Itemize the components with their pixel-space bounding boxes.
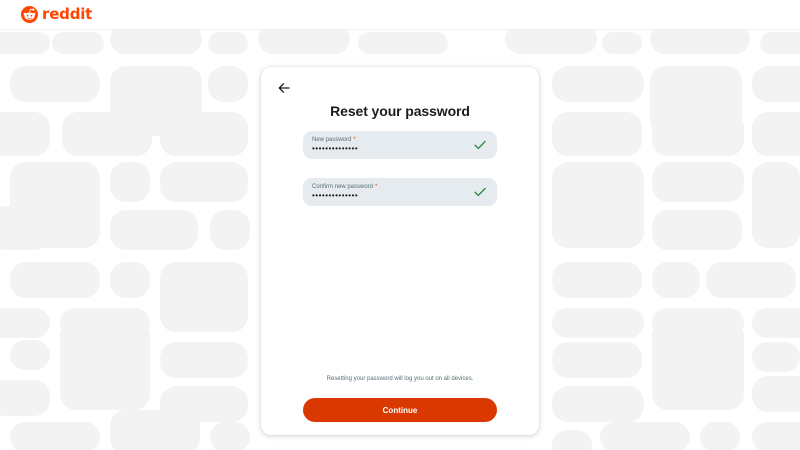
background-bubble: [160, 112, 248, 156]
background-bubble: [752, 376, 800, 412]
background-bubble: [752, 342, 800, 372]
background-bubble: [552, 112, 642, 156]
required-marker: *: [375, 184, 378, 190]
background-bubble: [160, 162, 248, 202]
continue-button-label: Continue: [382, 405, 418, 415]
background-bubble: [650, 30, 750, 54]
background-bubble: [552, 386, 644, 422]
background-bubble: [752, 66, 800, 102]
top-header: reddit: [0, 0, 800, 30]
new-password-label-text: New password: [312, 137, 352, 143]
background-bubble: [208, 32, 248, 54]
background-bubble: [10, 340, 50, 370]
background-bubble: [652, 210, 742, 250]
background-bubble: [752, 308, 800, 338]
background-bubble: [652, 262, 700, 298]
background-bubble: [110, 410, 200, 450]
new-password-label: New password *: [312, 137, 356, 143]
background-bubble: [552, 66, 644, 102]
background-bubble: [358, 32, 448, 54]
background-bubble: [210, 210, 250, 250]
modal-title: Reset your password: [330, 103, 470, 119]
background-bubble: [0, 380, 50, 416]
background-bubble: [10, 66, 100, 102]
background-bubble: [60, 320, 150, 410]
background-bubble: [0, 308, 50, 338]
background-bubble: [62, 112, 152, 156]
background-bubble: [258, 30, 350, 54]
new-password-input[interactable]: ••••••••••••••: [312, 145, 358, 153]
back-button[interactable]: [276, 80, 292, 96]
background-bubble: [602, 32, 642, 54]
background-bubble: [210, 422, 250, 450]
check-icon: [474, 187, 486, 197]
background-bubble: [652, 162, 744, 202]
background-bubble: [552, 262, 642, 298]
background-bubble: [10, 262, 100, 298]
confirm-password-field[interactable]: Confirm new password * ••••••••••••••: [303, 178, 497, 206]
reddit-snoo-icon: [21, 6, 38, 23]
background-bubble: [0, 206, 50, 250]
background-bubble: [110, 162, 150, 202]
confirm-password-input[interactable]: ••••••••••••••: [312, 192, 358, 200]
check-icon: [474, 140, 486, 150]
reddit-logo-link[interactable]: reddit: [21, 6, 92, 23]
reset-password-modal: Reset your password New password * ••••••…: [261, 67, 539, 435]
background-bubble: [552, 342, 642, 378]
background-bubble: [208, 66, 248, 102]
background-bubble: [110, 262, 150, 298]
confirm-password-label: Confirm new password *: [312, 184, 377, 190]
reddit-wordmark: reddit: [42, 5, 93, 23]
background-bubble: [752, 112, 800, 156]
background-bubble: [600, 422, 690, 450]
background-bubble: [706, 262, 796, 298]
background-bubble: [752, 162, 800, 248]
continue-button[interactable]: Continue: [303, 398, 497, 422]
background-bubble: [10, 422, 100, 450]
background-bubble: [0, 112, 50, 156]
background-bubble: [752, 422, 800, 450]
arrow-left-icon: [278, 83, 290, 93]
background-bubble: [505, 30, 597, 54]
background-bubble: [552, 162, 644, 248]
background-bubble: [110, 210, 198, 250]
background-bubble: [552, 430, 592, 450]
confirm-password-label-text: Confirm new password: [312, 184, 374, 190]
background-bubble: [700, 422, 740, 450]
required-marker: *: [353, 137, 356, 143]
background-bubble: [0, 32, 50, 54]
logout-notice: Resetting your password will log you out…: [326, 376, 474, 382]
background-bubble: [160, 342, 248, 378]
new-password-field[interactable]: New password * ••••••••••••••: [303, 131, 497, 159]
background-bubble: [52, 32, 104, 54]
background-bubble: [652, 320, 744, 410]
background-bubble: [110, 30, 202, 54]
background-bubble: [160, 262, 248, 332]
background-bubble: [760, 32, 800, 54]
background-bubble: [652, 112, 744, 156]
background-bubble: [552, 308, 644, 338]
